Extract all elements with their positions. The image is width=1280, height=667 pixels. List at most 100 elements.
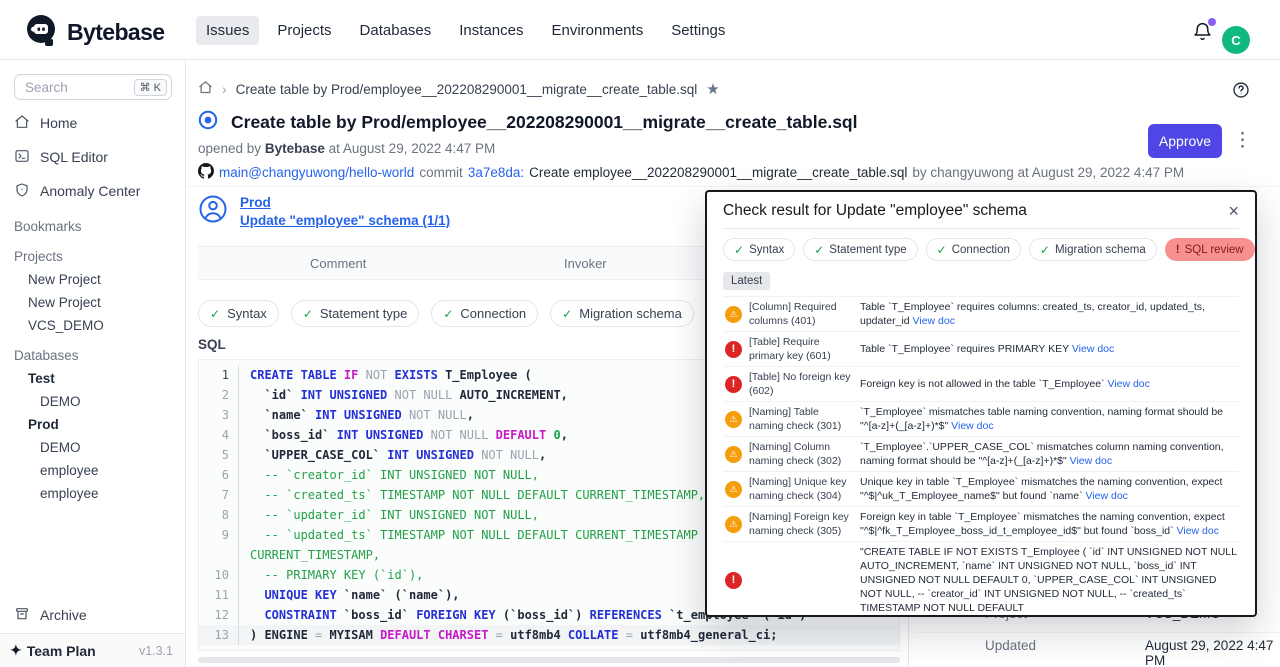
- check-pill-statement-type[interactable]: ✓Statement type: [803, 238, 917, 261]
- line-number: 7: [199, 485, 239, 505]
- plan-bar: ✦ Team Plan v1.3.1: [0, 633, 185, 667]
- opened-prefix: opened by: [198, 141, 261, 156]
- sidebar-item-employee[interactable]: employee: [0, 459, 185, 482]
- warning-icon: ⚠: [725, 411, 742, 428]
- nav-item-instances[interactable]: Instances: [449, 16, 533, 45]
- check-result-list: ⚠ [Column] Required columns (401)Table `T…: [723, 296, 1239, 617]
- error-icon: !: [725, 376, 742, 393]
- bytebase-logo[interactable]: Bytebase: [24, 13, 164, 52]
- sidebar-item-test[interactable]: Test: [0, 367, 185, 390]
- close-icon[interactable]: ×: [1228, 202, 1239, 221]
- rule-name: [Naming] Column naming check (302): [749, 440, 853, 468]
- search-shortcut: ⌘ K: [134, 79, 167, 96]
- sidebar-item-demo[interactable]: DEMO: [0, 436, 185, 459]
- sidebar-section-bookmarks[interactable]: Bookmarks: [0, 215, 185, 238]
- sidebar-item-vcs-demo[interactable]: VCS_DEMO: [0, 314, 185, 337]
- opened-timestamp: at August 29, 2022 4:47 PM: [329, 141, 496, 156]
- warning-icon: ⚠: [725, 306, 742, 323]
- check-pill-sql-review[interactable]: !SQL review: [1165, 238, 1255, 261]
- line-number: 3: [199, 405, 239, 425]
- error-icon: !: [725, 341, 742, 358]
- nav-item-environments[interactable]: Environments: [541, 16, 653, 45]
- sidebar-item-prod[interactable]: Prod: [0, 413, 185, 436]
- check-pill-label: Migration schema: [1055, 244, 1146, 256]
- line-number: 12: [199, 605, 239, 625]
- commit-sha-link[interactable]: 3a7e8da:: [468, 165, 524, 180]
- notifications-button[interactable]: [1192, 21, 1214, 43]
- rule-message: Foreign key in table `T_Employee` mismat…: [860, 510, 1239, 538]
- view-doc-link[interactable]: View doc: [1177, 525, 1219, 537]
- star-icon[interactable]: ★: [706, 80, 719, 98]
- view-doc-link[interactable]: View doc: [913, 315, 955, 327]
- column-header-invoker: Invoker: [564, 256, 607, 271]
- help-button[interactable]: [1232, 81, 1250, 104]
- horizontal-scrollbar[interactable]: [198, 657, 900, 663]
- approve-button[interactable]: Approve: [1148, 124, 1222, 158]
- view-doc-link[interactable]: View doc: [951, 420, 993, 432]
- check-icon: ✓: [937, 243, 947, 257]
- opened-author[interactable]: Bytebase: [265, 141, 325, 156]
- stage-env-link[interactable]: Prod: [240, 194, 450, 212]
- avatar[interactable]: C: [1222, 26, 1250, 54]
- home-icon: [14, 114, 30, 133]
- check-pill-connection[interactable]: ✓Connection: [431, 300, 538, 327]
- sidebar-item-sql-editor[interactable]: SQL Editor: [0, 140, 185, 174]
- sidebar-item-label: Home: [40, 115, 77, 131]
- sidebar-item-employee[interactable]: employee: [0, 482, 185, 505]
- stage-task-link[interactable]: Update "employee" schema (1/1): [240, 212, 450, 230]
- brand-name: Bytebase: [67, 19, 164, 46]
- sidebar-item-demo[interactable]: DEMO: [0, 390, 185, 413]
- check-pill-label: Statement type: [320, 306, 407, 321]
- nav-item-issues[interactable]: Issues: [196, 16, 259, 45]
- check-pill-syntax[interactable]: ✓Syntax: [198, 300, 279, 327]
- nav-item-settings[interactable]: Settings: [661, 16, 735, 45]
- rule-name: [Naming] Unique key naming check (304): [749, 475, 853, 503]
- nav-item-projects[interactable]: Projects: [267, 16, 341, 45]
- view-doc-link[interactable]: View doc: [1086, 490, 1128, 502]
- warning-icon: ⚠: [725, 446, 742, 463]
- view-doc-link[interactable]: View doc: [1107, 378, 1149, 390]
- rule-name: [Column] Required columns (401): [749, 300, 853, 328]
- nav-item-databases[interactable]: Databases: [350, 16, 442, 45]
- sidebar-item-new-project[interactable]: New Project: [0, 268, 185, 291]
- kebab-menu-icon[interactable]: ⋮: [1233, 126, 1252, 156]
- check-pill-migration-schema[interactable]: ✓Migration schema: [1029, 238, 1157, 261]
- search-input[interactable]: [25, 80, 117, 95]
- check-pill-statement-type[interactable]: ✓Statement type: [291, 300, 420, 327]
- view-doc-link[interactable]: View doc: [1072, 343, 1114, 355]
- bytebase-app: Bytebase IssuesProjectsDatabasesInstance…: [0, 0, 1280, 667]
- check-pill-label: Connection: [460, 306, 526, 321]
- line-number: 10: [199, 565, 239, 585]
- check-result-modal: Check result for Update "employee" schem…: [705, 190, 1257, 617]
- check-pill-connection[interactable]: ✓Connection: [926, 238, 1021, 261]
- check-pill-label: Syntax: [749, 244, 784, 256]
- commit-branch-link[interactable]: main@changyuwong/hello-world: [219, 165, 414, 180]
- sidebar-section-databases[interactable]: Databases: [0, 344, 185, 367]
- line-number: 8: [199, 505, 239, 525]
- issue-title-row: Create table by Prod/employee__202208290…: [198, 110, 857, 135]
- search-box[interactable]: ⌘ K: [14, 74, 172, 100]
- sidebar-section-projects[interactable]: Projects: [0, 245, 185, 268]
- sidebar-item-archive[interactable]: Archive: [0, 598, 185, 632]
- terminal-icon: [14, 148, 30, 167]
- modal-title: Check result for Update "employee" schem…: [723, 202, 1027, 220]
- home-icon[interactable]: [198, 80, 213, 98]
- check-result-row: !"CREATE TABLE IF NOT EXISTS T_Employee …: [723, 541, 1239, 617]
- line-number: 4: [199, 425, 239, 445]
- check-pill-migration-schema[interactable]: ✓Migration schema: [550, 300, 694, 327]
- view-doc-link[interactable]: View doc: [1070, 455, 1112, 467]
- rule-message: Table `T_Employee` requires columns: cre…: [860, 300, 1239, 328]
- commit-message: Create employee__202208290001__migrate__…: [529, 165, 907, 180]
- rule-message: "CREATE TABLE IF NOT EXISTS T_Employee (…: [860, 545, 1239, 615]
- breadcrumb-text[interactable]: Create table by Prod/employee__202208290…: [236, 82, 698, 97]
- sidebar-item-new-project[interactable]: New Project: [0, 291, 185, 314]
- sidebar-item-anomaly-center[interactable]: Anomaly Center: [0, 174, 185, 208]
- stage-assignee-icon: [198, 194, 228, 229]
- plan-label: Team Plan: [27, 643, 96, 659]
- check-result-row: ⚠[Naming] Foreign key naming check (305)…: [723, 506, 1239, 541]
- notification-badge: [1208, 18, 1216, 26]
- sidebar-item-home[interactable]: Home: [0, 106, 185, 140]
- check-icon: ✓: [562, 307, 572, 321]
- check-pill-syntax[interactable]: ✓Syntax: [723, 238, 795, 261]
- plan-button[interactable]: ✦ Team Plan: [10, 642, 96, 659]
